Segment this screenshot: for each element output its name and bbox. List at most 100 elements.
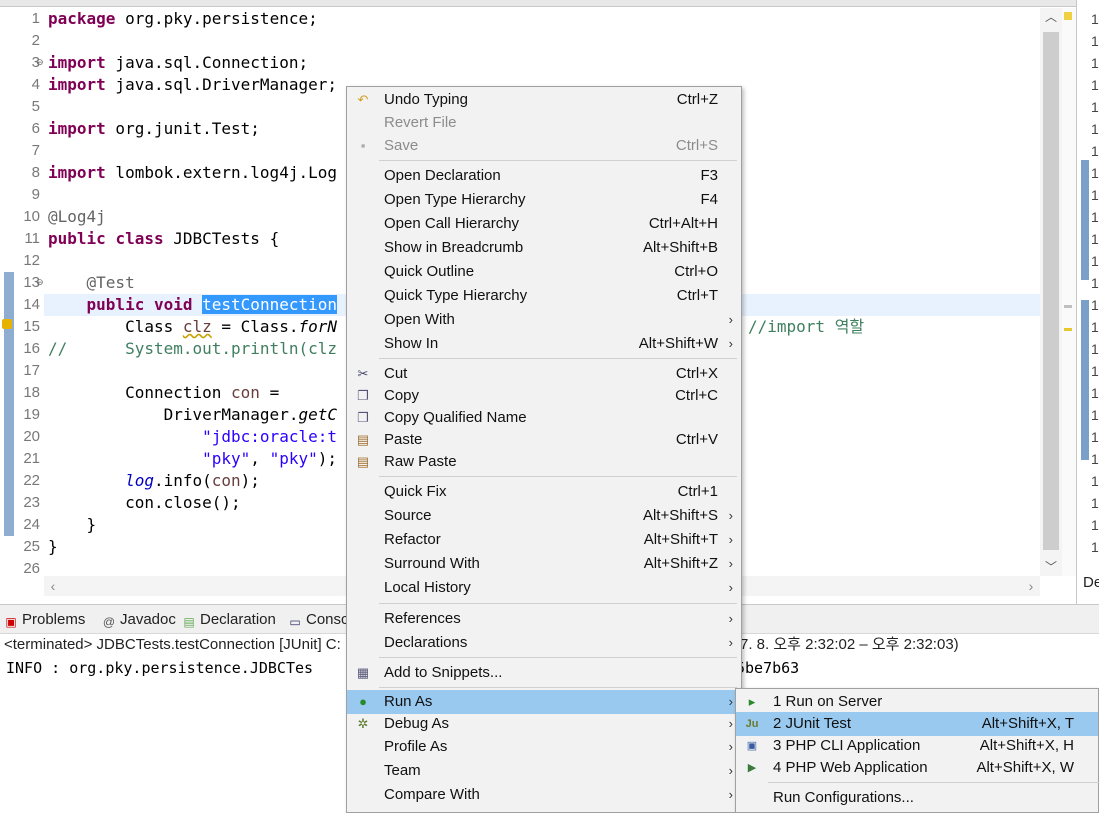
menu-item-shortcut: Ctrl+Z [676,91,718,108]
scroll-left-icon[interactable]: ‹ [44,576,62,596]
code-token: Class [125,317,183,336]
menu-item-compare-with[interactable]: Compare With › [347,783,741,807]
menu-item-surround-with[interactable]: Surround With Alt+Shift+Z › [347,552,741,576]
code-token: DriverManager. [163,405,299,424]
tab-javadoc[interactable]: @ Javadoc [102,610,176,630]
menu-item-label: Show In [384,335,439,352]
menu-item-save[interactable]: ▪ Save Ctrl+S [347,134,741,158]
tab-console[interactable]: ▭ Consc [288,610,349,630]
menu-item-show-in-breadcrumb[interactable]: Show in Breadcrumb Alt+Shift+B [347,236,741,260]
warning-marker[interactable] [1064,12,1072,20]
scroll-right-icon[interactable]: › [1022,576,1040,596]
menu-item-shortcut: Ctrl+O [674,263,718,280]
line-number: 1 [1091,385,1099,401]
menu-item-quick-outline[interactable]: Quick Outline Ctrl+O [347,260,741,284]
code-line: // System.out.println(clz [48,338,337,360]
paste-icon: ▤ [356,454,370,469]
tab-problems[interactable]: ▣ Problems [4,610,85,630]
menu-item-shortcut: Ctrl+1 [677,483,718,500]
menu-item-quick-fix[interactable]: Quick Fix Ctrl+1 [347,480,741,504]
tab-label: Problems [22,611,86,628]
fold-toggle-icon[interactable]: ⊖ [36,272,44,294]
line-number: 1 [1091,319,1099,335]
submenu-arrow-icon: › [728,787,733,802]
menu-item-paste[interactable]: ▤ Paste Ctrl+V [347,428,741,452]
menu-item-show-in[interactable]: Show In Alt+Shift+W › [347,332,741,356]
string-literal: "pky" [269,449,318,468]
menu-item-quick-type-hierarchy[interactable]: Quick Type Hierarchy Ctrl+T [347,284,741,308]
editor-tab-strip[interactable] [0,0,1076,7]
menu-item-label: Run Configurations... [773,789,914,806]
menu-item-cut[interactable]: ✂ Cut Ctrl+X [347,362,741,386]
code-token: JDBCTests { [163,229,280,248]
menu-separator [379,687,737,688]
menu-item-shortcut: Ctrl+V [675,431,718,448]
line-number: 1 [1091,407,1099,423]
submenu-arrow-icon: › [728,611,733,626]
menu-item-php-cli[interactable]: ▣ 3 PHP CLI Application Alt+Shift+X, H [736,734,1098,758]
menu-item-open-with[interactable]: Open With › [347,308,741,332]
menu-item-open-declaration[interactable]: Open Declaration F3 [347,164,741,188]
scroll-down-icon[interactable]: ﹀ [1040,558,1062,576]
menu-item-profile-as[interactable]: Profile As › [347,735,741,759]
line-number: 1 [1091,363,1099,379]
submenu-arrow-icon: › [728,508,733,523]
line-number: 1 [1091,33,1099,49]
menu-item-label: References [384,610,461,627]
code-token: Connection [125,383,232,402]
menu-item-source[interactable]: Source Alt+Shift+S › [347,504,741,528]
code-token: ); [317,449,337,468]
menu-item-label: Open Call Hierarchy [384,215,520,232]
menu-item-junit-test[interactable]: Ju 2 JUnit Test Alt+Shift+X, T [736,712,1098,736]
menu-item-open-type-hierarchy[interactable]: Open Type Hierarchy F4 [347,188,741,212]
menu-item-debug-as[interactable]: ✲ Debug As › [347,712,741,736]
code-token: , [250,449,270,468]
menu-item-run-as[interactable]: ● Run As › [347,690,741,714]
tab-declaration[interactable]: ▤ Declaration [182,610,276,630]
copy-icon: ❐ [357,388,369,403]
scrollbar-thumb[interactable] [1043,32,1059,550]
menu-item-open-call-hierarchy[interactable]: Open Call Hierarchy Ctrl+Alt+H [347,212,741,236]
line-number: 21 [23,450,40,467]
panel-tab-label[interactable]: De [1083,574,1099,591]
menu-item-run-on-server[interactable]: ▸ 1 Run on Server [736,690,1098,714]
menu-item-php-web[interactable]: ▶ 4 PHP Web Application Alt+Shift+X, W [736,756,1098,780]
selected-text[interactable]: testConnection [202,295,337,314]
menu-item-team[interactable]: Team › [347,759,741,783]
menu-item-shortcut: Alt+Shift+X, W [976,759,1074,776]
menu-item-local-history[interactable]: Local History › [347,576,741,600]
menu-item-revert-file[interactable]: Revert File [347,111,741,135]
line-number: 1 [1091,165,1099,181]
menu-item-refactor[interactable]: Refactor Alt+Shift+T › [347,528,741,552]
save-icon: ▪ [360,138,366,153]
vertical-scrollbar[interactable]: ︿ ﹀ [1040,8,1062,576]
occurrence-marker[interactable] [1064,305,1072,308]
line-number: 1 [1091,187,1099,203]
menu-item-copy[interactable]: ❐ Copy Ctrl+C [347,384,741,408]
submenu-arrow-icon: › [728,532,733,547]
menu-item-undo-typing[interactable]: ↶ Undo Typing Ctrl+Z [347,88,741,112]
line-number: 24 [23,516,40,533]
menu-item-label: Quick Fix [384,483,447,500]
menu-item-label: Team [384,762,421,779]
menu-item-references[interactable]: References › [347,607,741,631]
fold-toggle-icon[interactable]: ⊖ [36,52,44,74]
menu-item-declarations[interactable]: Declarations › [347,631,741,655]
tab-label: Consc [306,611,349,628]
menu-item-run-configurations[interactable]: Run Configurations... [736,786,1098,810]
junit-icon: Ju [745,718,759,730]
menu-item-add-to-snippets[interactable]: ▦ Add to Snippets... [347,661,741,685]
scroll-up-icon[interactable]: ︿ [1040,8,1062,26]
menu-item-shortcut: Ctrl+X [675,365,718,382]
overview-ruler[interactable] [1062,8,1076,576]
menu-item-raw-paste[interactable]: ▤ Raw Paste [347,450,741,474]
run-icon: ● [359,694,367,709]
code-token: ); [240,471,260,490]
warning-marker[interactable] [1064,328,1072,331]
server-icon: ▸ [748,694,756,709]
menu-item-copy-qualified-name[interactable]: ❐ Copy Qualified Name [347,406,741,430]
line-number: 1 [1091,253,1099,269]
code-line: public class JDBCTests { [48,228,279,250]
javadoc-icon: @ [102,615,116,629]
line-number: 1 [1091,121,1099,137]
